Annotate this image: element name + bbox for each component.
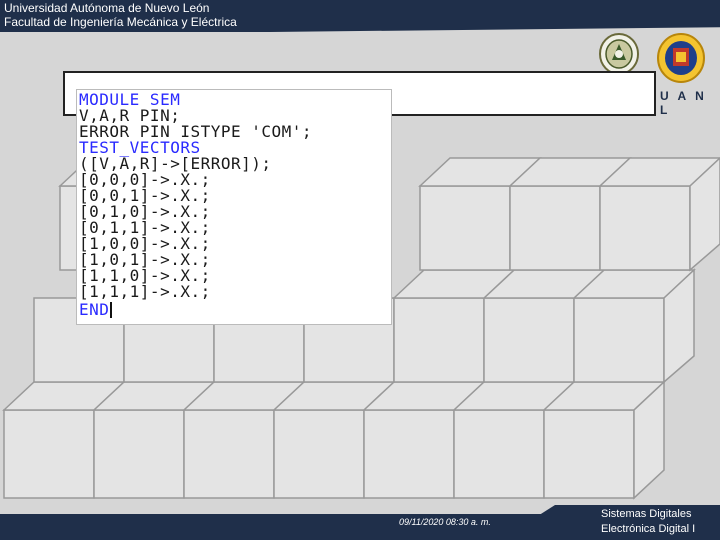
faculty-name: Facultad de Ingeniería Mecánica y Eléctr… [4,15,237,29]
slide-header: Universidad Autónoma de Nuevo León Facul… [0,0,720,32]
university-name: Universidad Autónoma de Nuevo León [4,1,210,15]
uanl-shield-icon [657,33,705,83]
abel-code-listing: MODULE SEM V,A,R PIN; ERROR PIN ISTYPE '… [76,89,392,325]
slide-date: 09/11/2020 08:30 a. m. [399,517,491,527]
uanl-label: U A N L [660,89,707,117]
code-line-vector-111: [1,1,1]->.X.; [79,282,211,301]
code-line-end: END [79,302,113,318]
course-name-2: Electrónica Digital I [601,523,696,535]
text-caret [110,302,113,318]
course-name-1: Sistemas Digitales [601,508,692,520]
fime-seal-icon [599,33,639,75]
